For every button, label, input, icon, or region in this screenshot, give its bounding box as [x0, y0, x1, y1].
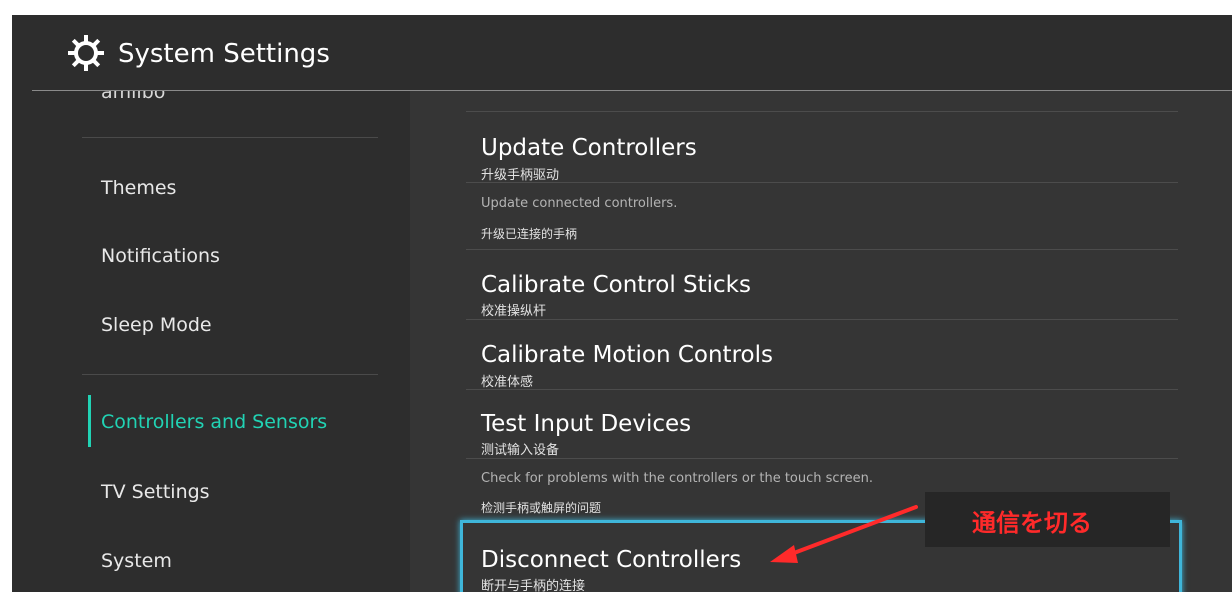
annotation-label: 通信を切る — [972, 509, 1092, 537]
active-item-marker — [88, 395, 91, 447]
header-divider — [32, 90, 1232, 91]
sidebar-item-sleep-mode[interactable]: Sleep Mode — [101, 314, 212, 336]
sidebar-divider — [82, 137, 378, 138]
option-disconnect-controllers[interactable]: Disconnect Controllers — [481, 547, 741, 573]
row-divider — [466, 249, 1178, 250]
option-description: Check for problems with the controllers … — [481, 471, 873, 486]
gear-icon — [68, 35, 104, 71]
red-arrow-icon — [770, 505, 918, 563]
sidebar-item-system[interactable]: System — [101, 550, 172, 572]
sidebar — [12, 91, 410, 592]
option-calibrate-motion-controls[interactable]: Calibrate Motion Controls — [481, 342, 773, 368]
row-divider — [466, 319, 1178, 320]
row-divider — [466, 111, 1178, 112]
page-title: System Settings — [118, 39, 330, 69]
option-subtitle: 断开与手柄的连接 — [481, 579, 586, 592]
row-divider — [466, 182, 1178, 183]
sidebar-item-notifications[interactable]: Notifications — [101, 245, 220, 267]
header: System Settings — [12, 15, 1232, 91]
option-update-controllers[interactable]: Update Controllers — [481, 135, 697, 161]
row-divider — [466, 458, 1178, 459]
option-subtitle: 校准体感 — [481, 375, 534, 390]
option-description-sub: 升级已连接的手柄 — [481, 227, 578, 241]
sidebar-item-themes[interactable]: Themes — [101, 177, 176, 199]
sidebar-item-controllers-and-sensors[interactable]: Controllers and Sensors — [101, 411, 327, 433]
option-test-input-devices[interactable]: Test Input Devices — [481, 411, 691, 437]
option-subtitle: 校准操纵杆 — [481, 304, 547, 319]
row-divider — [466, 389, 1178, 390]
option-description: Update connected controllers. — [481, 196, 678, 211]
sidebar-divider — [82, 374, 378, 375]
option-subtitle: 升级手柄驱动 — [481, 168, 560, 183]
switch-screen: System Settings amiibo Themes Notificati… — [12, 15, 1232, 592]
option-subtitle: 测试输入设备 — [481, 443, 560, 458]
option-calibrate-control-sticks[interactable]: Calibrate Control Sticks — [481, 272, 751, 298]
sidebar-item-tv-settings[interactable]: TV Settings — [101, 481, 210, 503]
option-description-sub: 检测手柄或触屏的问题 — [481, 501, 602, 515]
